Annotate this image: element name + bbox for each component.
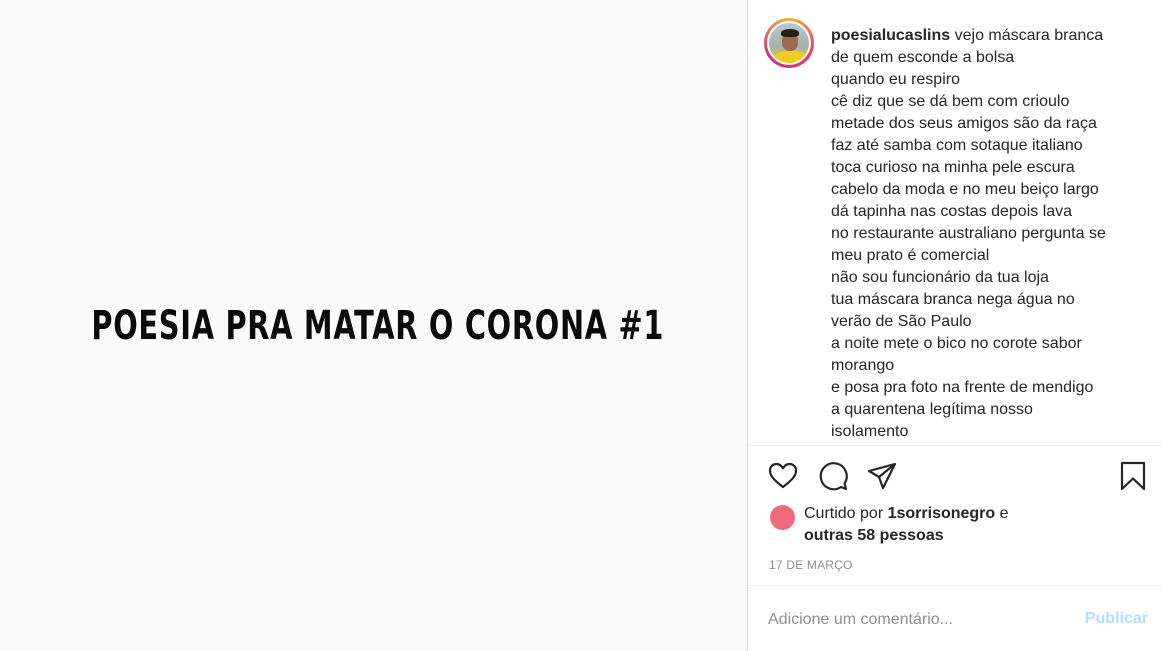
share-icon[interactable] — [866, 460, 898, 492]
liker-avatar[interactable] — [770, 505, 795, 530]
comment-bar: Publicar — [748, 585, 1162, 651]
post-side-panel: poesialucaslins vejo máscara branca de q… — [747, 0, 1162, 651]
bookmark-icon[interactable] — [1117, 460, 1149, 492]
author-avatar[interactable] — [764, 18, 814, 68]
post-date[interactable]: 17 DE MARÇO — [769, 558, 853, 572]
post-image[interactable]: POESIA PRA MATAR O CORONA #1 — [0, 0, 747, 651]
comment-input[interactable] — [768, 608, 1058, 632]
avatar-photo — [767, 21, 811, 65]
publish-button[interactable]: Publicar — [1085, 610, 1148, 628]
author-username[interactable]: poesialucaslins — [831, 27, 950, 44]
comment-icon[interactable] — [817, 460, 849, 492]
likes-others-link[interactable]: outras 58 pessoas — [804, 527, 944, 544]
heart-icon[interactable] — [767, 460, 799, 492]
likes-text: Curtido por 1sorrisonegro e outras 58 pes… — [804, 505, 1009, 544]
liker-username[interactable]: 1sorrisonegro — [888, 505, 996, 522]
caption-section: poesialucaslins vejo máscara branca de q… — [748, 0, 1162, 446]
post-image-title: POESIA PRA MATAR O CORONA #1 — [91, 302, 664, 349]
caption-body: vejo máscara branca de quem esconde a bo… — [831, 27, 1106, 440]
caption-text: poesialucaslins vejo máscara branca de q… — [831, 25, 1151, 443]
action-bar — [748, 446, 1162, 506]
